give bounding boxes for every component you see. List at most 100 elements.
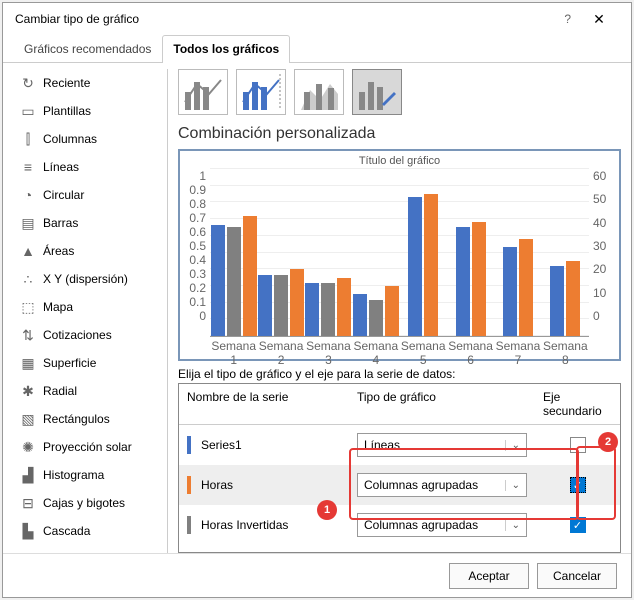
chart-type-icon: ⫿ (19, 130, 37, 148)
sidebar-label: Histograma (43, 468, 104, 482)
sidebar-label: Áreas (43, 244, 74, 258)
sidebar-label: Superficie (43, 356, 96, 370)
sidebar-label: Mapa (43, 300, 73, 314)
series-table: Nombre de la serie Tipo de gráfico Eje s… (178, 383, 621, 553)
sidebar-label: Cascada (43, 524, 90, 538)
chart-type-dropdown[interactable]: Columnas agrupadas⌄ (357, 513, 527, 537)
series-name: Horas Invertidas (201, 518, 288, 532)
sidebar-label: Cotizaciones (43, 328, 112, 342)
series-instruction: Elija el tipo de gráfico y el eje para l… (178, 367, 621, 381)
series-swatch (187, 436, 191, 454)
series-row: Series1 Líneas⌄ (179, 425, 620, 465)
chart-type-icon: ∴ (19, 270, 37, 288)
sidebar-label: Circular (43, 188, 84, 202)
cancel-button[interactable]: Cancelar (537, 563, 617, 589)
tabs: Gráficos recomendados Todos los gráficos (3, 35, 631, 63)
chart-type-icon: ⬚ (19, 298, 37, 316)
sidebar-item-cotizaciones[interactable]: ⇅ Cotizaciones (13, 321, 161, 349)
sidebar-item-cascada[interactable]: ▙ Cascada (13, 517, 161, 545)
chart-type-icon: ▙ (19, 522, 37, 540)
chart-preview[interactable]: Título del gráfico 10.90.80.70.60.50.40.… (178, 149, 621, 361)
sidebar-item-radial[interactable]: ✱ Radial (13, 377, 161, 405)
series-header: Nombre de la serie Tipo de gráfico Eje s… (179, 384, 620, 425)
sidebar-label: Radial (43, 384, 77, 398)
y-axis-right: 6050403020100 (589, 169, 611, 337)
ok-button[interactable]: Aceptar (449, 563, 529, 589)
combo-thumb-2[interactable] (236, 69, 286, 115)
tab-recommended[interactable]: Gráficos recomendados (13, 35, 162, 63)
sidebar-label: Barras (43, 216, 78, 230)
sidebar-item-superficie[interactable]: ▦ Superficie (13, 349, 161, 377)
chevron-down-icon: ⌄ (505, 440, 520, 451)
sidebar-item-mapa[interactable]: ⬚ Mapa (13, 293, 161, 321)
sidebar-item-reciente[interactable]: ↻ Reciente (13, 69, 161, 97)
chart-type-icon: ▲ (19, 242, 37, 260)
combo-thumb-3[interactable] (294, 69, 344, 115)
plot-area (210, 169, 589, 337)
x-axis: Semana 1Semana 2Semana 3Semana 4Semana 5… (188, 337, 611, 367)
chart-type-icon: ✱ (19, 382, 37, 400)
sidebar-label: X Y (dispersión) (43, 272, 128, 286)
series-name: Series1 (201, 438, 242, 452)
sidebar-item-xydispersin[interactable]: ∴ X Y (dispersión) (13, 265, 161, 293)
chart-preview-title: Título del gráfico (188, 155, 611, 167)
sidebar-item-circular[interactable]: ◔ Circular (13, 181, 161, 209)
sidebar-item-rectngulos[interactable]: ▧ Rectángulos (13, 405, 161, 433)
chart-type-icon: ✺ (19, 438, 37, 456)
dialog-title: Cambiar tipo de gráfico (15, 12, 139, 26)
chart-type-icon: ◔ (19, 186, 37, 204)
dialog-help[interactable]: ? (564, 12, 571, 26)
sidebar-label: Columnas (43, 132, 97, 146)
chart-type-icon: ▟ (19, 466, 37, 484)
header-secondary: Eje secundario (535, 384, 620, 424)
y-axis-left: 10.90.80.70.60.50.40.30.20.10 (188, 169, 210, 337)
sidebar-item-proyeccinsolar[interactable]: ✺ Proyección solar (13, 433, 161, 461)
chart-type-icon: ▧ (19, 410, 37, 428)
tab-all[interactable]: Todos los gráficos (162, 35, 290, 63)
chart-type-icon: ⇅ (19, 326, 37, 344)
sidebar-label: Cajas y bigotes (43, 496, 125, 510)
chevron-down-icon: ⌄ (505, 480, 520, 491)
sidebar-item-reas[interactable]: ▲ Áreas (13, 237, 161, 265)
chart-type-icon: ▭ (19, 102, 37, 120)
close-button[interactable]: ✕ (579, 5, 619, 33)
sidebar-label: Reciente (43, 76, 90, 90)
combo-subtype-thumbs (178, 69, 621, 115)
secondary-axis-checkbox[interactable]: ✓ (570, 477, 586, 493)
header-type: Tipo de gráfico (349, 384, 535, 424)
sidebar-item-histograma[interactable]: ▟ Histograma (13, 461, 161, 489)
sidebar-item-lneas[interactable]: ≡ Líneas (13, 153, 161, 181)
sidebar-item-plantillas[interactable]: ▭ Plantillas (13, 97, 161, 125)
chart-type-icon: ▦ (19, 354, 37, 372)
chart-type-icon: ↻ (19, 74, 37, 92)
series-row: Horas Invertidas Columnas agrupadas⌄ ✓ (179, 505, 620, 545)
sidebar-item-columnas[interactable]: ⫿ Columnas (13, 125, 161, 153)
secondary-axis-checkbox[interactable]: ✓ (570, 517, 586, 533)
dialog-footer: Aceptar Cancelar (3, 553, 631, 597)
sidebar-label: Líneas (43, 160, 79, 174)
series-swatch (187, 516, 191, 534)
sidebar-label: Plantillas (43, 104, 91, 118)
series-row: Horas Columnas agrupadas⌄ ✓ (179, 465, 620, 505)
series-swatch (187, 476, 191, 494)
sidebar-item-cajasybigotes[interactable]: ⊟ Cajas y bigotes (13, 489, 161, 517)
chart-type-icon: ≡ (19, 158, 37, 176)
change-chart-type-dialog: Cambiar tipo de gráfico ? ✕ Gráficos rec… (2, 2, 632, 598)
chevron-down-icon: ⌄ (505, 520, 520, 531)
sidebar-label: Proyección solar (43, 440, 132, 454)
chart-type-sidebar: ↻ Reciente ▭ Plantillas ⫿ Columnas ≡ Líneas ◔ Cir… (13, 69, 161, 553)
title-bar: Cambiar tipo de gráfico ? ✕ (3, 3, 631, 35)
sidebar-item-barras[interactable]: ▤ Barras (13, 209, 161, 237)
chart-type-dropdown[interactable]: Columnas agrupadas⌄ (357, 473, 527, 497)
combo-thumb-custom[interactable] (352, 69, 402, 115)
chart-type-icon: ⊟ (19, 494, 37, 512)
chart-type-icon: ▤ (19, 214, 37, 232)
series-name: Horas (201, 478, 233, 492)
section-title: Combinación personalizada (178, 125, 621, 143)
combo-thumb-1[interactable] (178, 69, 228, 115)
chart-type-dropdown[interactable]: Líneas⌄ (357, 433, 527, 457)
secondary-axis-checkbox[interactable] (570, 437, 586, 453)
sidebar-label: Rectángulos (43, 412, 110, 426)
sidebar-item-embudo[interactable]: ▽Embudo (13, 545, 161, 553)
header-name: Nombre de la serie (179, 384, 349, 424)
